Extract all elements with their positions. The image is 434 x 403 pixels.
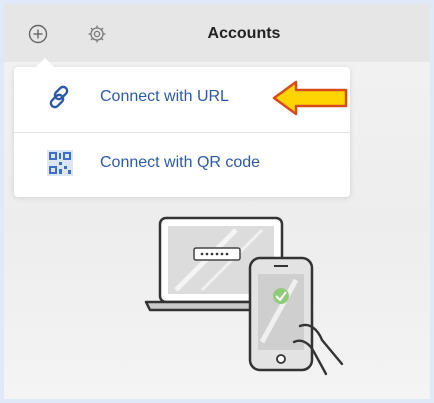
laptop-phone-illustration xyxy=(144,216,344,376)
plus-circle-icon xyxy=(28,24,48,44)
yellow-arrow-icon xyxy=(272,80,348,116)
settings-button[interactable] xyxy=(86,23,108,45)
app-screen: Accounts Connect with URL Connect with Q… xyxy=(4,4,430,399)
qr-code-icon xyxy=(47,150,73,176)
link-icon xyxy=(49,85,69,109)
gear-icon xyxy=(88,25,106,43)
menu-item-connect-with-url[interactable]: Connect with URL xyxy=(14,67,350,131)
menu-item-connect-with-qr[interactable]: Connect with QR code xyxy=(14,133,350,197)
menu-item-label: Connect with URL xyxy=(100,88,229,105)
add-account-menu: Connect with URL Connect with QR code xyxy=(14,58,350,197)
page-title: Accounts xyxy=(207,25,281,42)
add-account-button[interactable] xyxy=(27,23,49,45)
phone-icon xyxy=(248,256,314,372)
menu-item-label: Connect with QR code xyxy=(100,154,261,171)
header-bar: Accounts xyxy=(4,4,430,62)
